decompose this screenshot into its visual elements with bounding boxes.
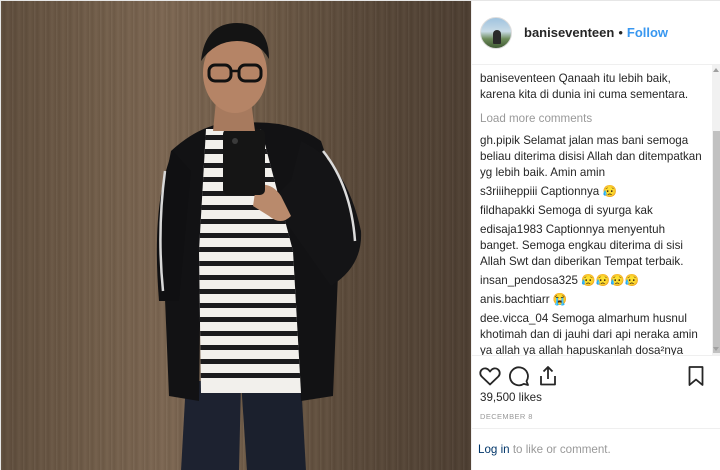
follow-button[interactable]: Follow: [627, 25, 668, 40]
likes-count[interactable]: 39,500 likes: [480, 391, 542, 404]
post-side-panel: baniseventeen • Follow baniseventeen Qan…: [471, 1, 720, 470]
comment-item: dee.vicca_04 Semoga almarhum husnul khot…: [480, 311, 706, 355]
header-separator-dot: •: [618, 25, 623, 40]
post-photo[interactable]: [1, 1, 471, 470]
comment-text: Captionnya 😥: [540, 185, 617, 198]
avatar-figure: [493, 29, 501, 44]
avatar[interactable]: [480, 16, 512, 49]
scrollbar-thumb[interactable]: [713, 131, 720, 353]
mirror-selfie-illustration: [156, 23, 362, 470]
comment-text: Semoga di syurga kak: [538, 204, 653, 217]
load-more-comments-link[interactable]: Load more comments: [480, 111, 706, 127]
comment-item: gh.pipik Selamat jalan mas bani semoga b…: [480, 133, 706, 181]
caption-username[interactable]: baniseventeen: [480, 72, 555, 85]
comment-text: 😥😥😥😥: [581, 274, 639, 287]
comment-text: 😭: [552, 293, 568, 306]
comment-username[interactable]: insan_pendosa325: [480, 274, 578, 287]
scroll-down-arrow-icon[interactable]: [713, 347, 719, 351]
login-prompt: Log in to like or comment.: [472, 428, 720, 470]
comments-list[interactable]: baniseventeen Qanaah itu lebih baik, kar…: [472, 65, 714, 355]
comment-username[interactable]: edisaja1983: [480, 223, 543, 236]
share-upload-icon[interactable]: [536, 364, 560, 388]
login-link[interactable]: Log in: [478, 443, 510, 456]
comment-username[interactable]: gh.pipik: [480, 134, 520, 147]
post-caption: baniseventeen Qanaah itu lebih baik, kar…: [480, 71, 706, 103]
instagram-post: baniseventeen • Follow baniseventeen Qan…: [0, 0, 720, 470]
comment-item: edisaja1983 Captionnya menyentuh banget.…: [480, 222, 706, 270]
scroll-up-arrow-icon[interactable]: [713, 68, 719, 72]
bookmark-icon[interactable]: [684, 364, 708, 388]
login-prompt-text: to like or comment.: [509, 443, 611, 456]
post-header: baniseventeen • Follow: [472, 1, 720, 65]
header-username[interactable]: baniseventeen: [524, 25, 614, 40]
comment-item: s3riiiheppiii Captionnya 😥: [480, 184, 706, 200]
heart-outline-icon[interactable]: [478, 364, 502, 388]
comment-username[interactable]: dee.vicca_04: [480, 312, 548, 325]
speech-bubble-icon[interactable]: [507, 364, 531, 388]
comment-username[interactable]: s3riiiheppiii: [480, 185, 537, 198]
post-date: DECEMBER 8: [480, 412, 533, 421]
comment-item: anis.bachtiarr 😭: [480, 292, 706, 308]
comment-item: insan_pendosa325 😥😥😥😥: [480, 273, 706, 289]
action-bar: [472, 355, 720, 395]
comment-username[interactable]: fildhapakki: [480, 204, 535, 217]
comment-item: fildhapakki Semoga di syurga kak: [480, 203, 706, 219]
comment-username[interactable]: anis.bachtiarr: [480, 293, 550, 306]
